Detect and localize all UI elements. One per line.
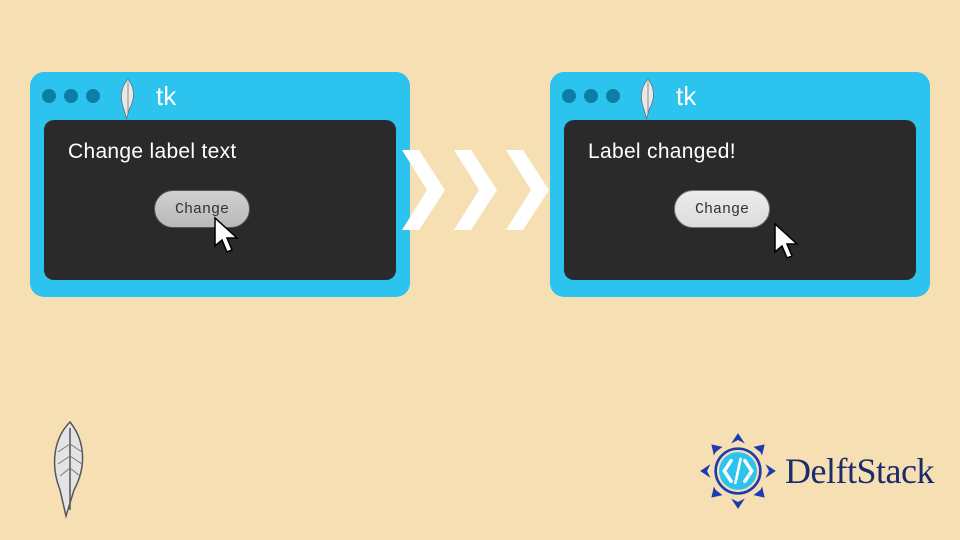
window-control-dot[interactable] (42, 89, 56, 103)
window-title: tk (156, 81, 176, 112)
window-body: Change label text Change (44, 120, 396, 280)
button-label: Change (175, 201, 229, 218)
change-button[interactable]: Change (674, 190, 770, 228)
label-widget: Change label text (68, 140, 237, 164)
feather-icon (40, 420, 100, 510)
titlebar: tk (30, 72, 410, 120)
button-label: Change (695, 201, 749, 218)
window-control-dot[interactable] (64, 89, 78, 103)
arrow-sequence (400, 150, 556, 230)
tk-window-before: tk Change label text Change (30, 72, 410, 297)
brand-name: DelftStack (785, 450, 934, 492)
window-control-dot[interactable] (86, 89, 100, 103)
chevron-right-icon (444, 150, 504, 230)
window-title: tk (676, 81, 696, 112)
delftstack-icon (695, 428, 781, 514)
cursor-icon (772, 222, 806, 266)
tk-window-after: tk Label changed! Change (550, 72, 930, 297)
window-control-dot[interactable] (606, 89, 620, 103)
feather-icon (634, 78, 662, 114)
chevron-right-icon (392, 150, 452, 230)
feather-icon (114, 78, 142, 114)
titlebar: tk (550, 72, 930, 120)
cursor-icon (212, 216, 246, 260)
window-control-dot[interactable] (562, 89, 576, 103)
window-control-dot[interactable] (584, 89, 598, 103)
window-body: Label changed! Change (564, 120, 916, 280)
label-widget: Label changed! (588, 140, 736, 164)
chevron-right-icon (496, 150, 556, 230)
brand-logo-area: DelftStack (695, 428, 934, 514)
